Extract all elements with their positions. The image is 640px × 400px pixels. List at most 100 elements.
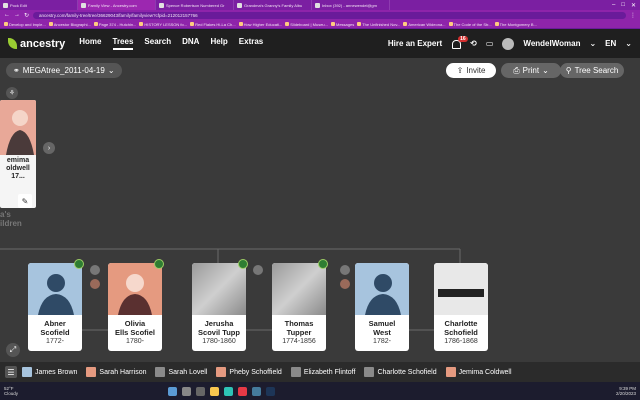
chevron-right-icon[interactable]: › bbox=[43, 142, 55, 154]
bookmark[interactable]: The Montgomery B... bbox=[494, 21, 537, 27]
person-card[interactable]: Charlotte Schofield 1786-1868 bbox=[434, 263, 488, 351]
nav-trees[interactable]: Trees bbox=[112, 37, 134, 50]
person-name: Abner Scofield bbox=[28, 319, 82, 337]
spouse-icon[interactable] bbox=[90, 265, 100, 275]
portrait-svg bbox=[118, 274, 152, 315]
edit-pencil-icon[interactable]: ✎ bbox=[18, 194, 32, 208]
clock-date: 2/20/2023 bbox=[615, 391, 636, 396]
bookmark-label: Slideboard | Museu... bbox=[290, 21, 328, 27]
person-card[interactable]: Thomas Tupper 1774-1856 bbox=[272, 263, 326, 351]
browser-tab[interactable]: Pock Edit bbox=[0, 0, 78, 10]
family-member[interactable]: Pheby Schoffield bbox=[216, 367, 282, 377]
bookmark[interactable]: Page 374 - Hutchin... bbox=[93, 22, 136, 27]
messages-icon[interactable]: ▭ bbox=[486, 39, 494, 48]
avatar[interactable] bbox=[502, 37, 515, 50]
hint-leaf-icon[interactable] bbox=[154, 259, 164, 269]
word-icon[interactable] bbox=[266, 386, 276, 396]
nav-help[interactable]: Help bbox=[210, 37, 227, 50]
family-member[interactable]: Sarah Lovell bbox=[155, 367, 207, 377]
family-member[interactable]: Sarah Harrison bbox=[86, 367, 146, 377]
member-name: Sarah Harrison bbox=[99, 368, 147, 376]
nav-home[interactable]: Home bbox=[79, 37, 101, 50]
brand-name: ancestry bbox=[20, 37, 66, 50]
browser-tab[interactable]: Spence Robertson Numbered Gr bbox=[156, 0, 234, 10]
tab-favicon-icon bbox=[237, 2, 242, 8]
spouse-icon[interactable] bbox=[340, 265, 350, 275]
tree-search-button[interactable]: ⚲ Tree Search bbox=[560, 63, 624, 78]
hint-leaf-icon[interactable] bbox=[318, 259, 328, 269]
mail-icon[interactable] bbox=[252, 386, 262, 396]
printer-icon: ⎙ bbox=[513, 65, 520, 75]
browser-tab-active[interactable]: Family View - Ancestry.com bbox=[78, 0, 156, 10]
extensions-icon[interactable]: ⋮ bbox=[630, 12, 636, 19]
tree-selector[interactable]: ⚭ MEGAtree_2011-04-19 ⌄ bbox=[6, 63, 122, 78]
bookmark[interactable]: HISTORY LESSON fo... bbox=[139, 22, 187, 27]
main-nav: Home Trees Search DNA Help Extras bbox=[79, 37, 263, 50]
hint-leaf-icon[interactable] bbox=[74, 259, 84, 269]
system-tray[interactable]: 9:39 PM 2/20/2023 bbox=[616, 386, 636, 396]
family-member[interactable]: Charlotte Schofield bbox=[364, 367, 437, 377]
person-card[interactable]: Samuel West 1782- bbox=[355, 263, 409, 351]
reload-icon[interactable]: ↻ bbox=[24, 12, 29, 19]
member-name: Sarah Lovell bbox=[168, 368, 208, 376]
hint-leaf-icon[interactable] bbox=[238, 259, 248, 269]
person-card[interactable]: Jerusha Scovil Tupp 1780-1860 bbox=[192, 263, 246, 351]
bookmark[interactable]: Ancestor Biographi... bbox=[48, 22, 91, 27]
nav-dna[interactable]: DNA bbox=[182, 37, 199, 50]
bookmark[interactable]: The Code of the Str... bbox=[448, 21, 492, 27]
bookmark-icon bbox=[403, 22, 408, 26]
bookmark[interactable]: Red Flakes Hi-La Ch... bbox=[190, 22, 236, 27]
bookmark-label: HISTORY LESSON fo... bbox=[144, 21, 188, 27]
hint-leaf-icon[interactable]: ⟲ bbox=[470, 39, 477, 48]
nav-search[interactable]: Search bbox=[144, 37, 171, 50]
file-explorer-icon[interactable] bbox=[210, 386, 220, 396]
spouse-icon[interactable] bbox=[90, 279, 100, 289]
hire-expert-link[interactable]: Hire an Expert bbox=[388, 39, 442, 48]
spouse-icon[interactable] bbox=[340, 279, 350, 289]
task-view-icon[interactable] bbox=[196, 386, 206, 396]
bookmark[interactable]: Messages bbox=[330, 22, 354, 27]
language-select[interactable]: EN bbox=[605, 39, 616, 48]
maximize-icon[interactable]: □ bbox=[621, 2, 625, 9]
pedigree-view-icon[interactable]: ⚘ bbox=[6, 87, 18, 99]
browser-tab[interactable]: Grandma's Granny's Family Albu bbox=[234, 0, 312, 10]
bookmark[interactable]: Slideboard | Museu... bbox=[285, 22, 328, 27]
chrome-icon[interactable] bbox=[238, 386, 248, 396]
print-button[interactable]: ⎙ Print ⌄ bbox=[501, 63, 561, 78]
family-member[interactable]: James Brown bbox=[22, 367, 77, 377]
ancestry-logo[interactable]: ancestry bbox=[8, 38, 65, 50]
close-icon[interactable]: ✕ bbox=[631, 2, 636, 9]
bookmark[interactable]: The Unfinished Nov... bbox=[357, 22, 400, 27]
expand-icon[interactable]: ⤢ bbox=[6, 343, 20, 357]
search-icon[interactable] bbox=[182, 386, 192, 396]
browser-tab[interactable]: Inbox (392) - annewendel@gm bbox=[312, 0, 390, 10]
chevron-down-icon[interactable]: ⌄ bbox=[589, 39, 596, 48]
family-member[interactable]: Elizabeth Flintoff bbox=[290, 367, 355, 377]
spouse-icon[interactable] bbox=[253, 265, 263, 275]
person-card[interactable]: Abner Scofield 1772- bbox=[28, 263, 82, 351]
bookmark-label: The Montgomery B... bbox=[499, 21, 537, 27]
focus-person-card[interactable]: emima oldwell 17... bbox=[0, 100, 36, 208]
minimize-icon[interactable]: – bbox=[612, 2, 615, 9]
person-card[interactable]: Olivia Ells Scofiel 1780- bbox=[108, 263, 162, 351]
bookmark[interactable]: American Wideona... bbox=[403, 22, 446, 27]
username[interactable]: WendelWoman bbox=[523, 39, 580, 48]
start-icon[interactable] bbox=[168, 386, 178, 396]
forward-icon[interactable]: → bbox=[14, 12, 20, 18]
bookmark-label: The Code of the Str... bbox=[453, 21, 492, 27]
family-member[interactable]: Jemima Coldwell bbox=[445, 367, 512, 377]
menu-icon[interactable]: ☰ bbox=[5, 366, 17, 378]
bookmark[interactable]: Develop and Imple... bbox=[4, 22, 46, 27]
nav-extras[interactable]: Extras bbox=[239, 37, 263, 50]
last-name: West bbox=[373, 328, 391, 337]
tab-label: Inbox (392) - annewendel@gm bbox=[322, 2, 377, 8]
chevron-down-icon[interactable]: ⌄ bbox=[625, 39, 632, 48]
invite-button[interactable]: ⇪ Invite bbox=[446, 63, 496, 78]
os-taskbar: 52°F Cloudy 9:39 PM 2/20/2023 bbox=[0, 382, 640, 400]
bell-icon[interactable]: 16 bbox=[451, 35, 468, 49]
weather-widget[interactable]: 52°F Cloudy bbox=[4, 386, 18, 396]
edge-icon[interactable] bbox=[224, 386, 234, 396]
bookmark[interactable]: How Higher Educati... bbox=[238, 22, 282, 27]
back-icon[interactable]: ← bbox=[4, 12, 10, 18]
url-field[interactable]: ancestry.com/family-tree/tree/36629043/f… bbox=[33, 11, 626, 19]
